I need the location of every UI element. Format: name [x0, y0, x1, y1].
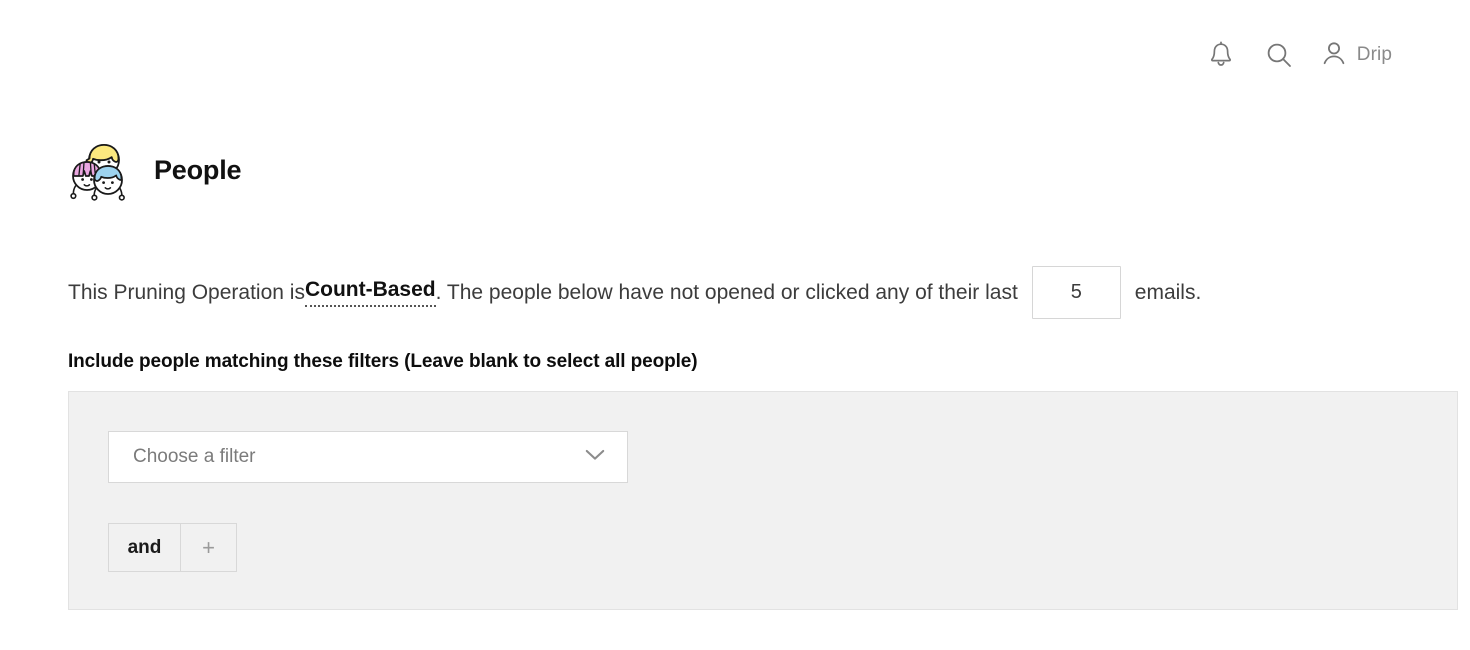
add-filter-button[interactable]: +: [181, 523, 237, 572]
page-title: People: [154, 154, 242, 185]
account-name: Drip: [1356, 44, 1392, 65]
account-menu[interactable]: Drip: [1320, 39, 1392, 72]
notifications-button[interactable]: [1204, 38, 1238, 72]
description-prefix: This Pruning Operation is: [68, 280, 305, 304]
filter-panel: Choose a filter and +: [68, 391, 1458, 610]
count-based-term[interactable]: Count-Based: [304, 278, 436, 307]
description-suffix: emails.: [1134, 280, 1202, 304]
and-operator-button[interactable]: and: [108, 523, 181, 572]
people-group-emoji-icon: [68, 138, 132, 202]
filter-select[interactable]: Choose a filter: [108, 431, 628, 483]
person-icon: [1320, 39, 1348, 72]
filter-logic-button-group: and +: [108, 523, 237, 572]
search-button[interactable]: [1262, 38, 1296, 72]
page-header: People: [68, 138, 242, 202]
pruning-description: This Pruning Operation is Count-Based . …: [68, 265, 1410, 319]
search-icon: [1265, 41, 1293, 69]
chevron-down-icon: [585, 448, 605, 466]
top-bar: Drip: [0, 0, 1470, 110]
bell-icon: [1208, 41, 1234, 69]
description-middle: . The people below have not opened or cl…: [435, 280, 1018, 304]
top-bar-actions: Drip: [1204, 38, 1392, 72]
email-count-input[interactable]: [1031, 265, 1121, 319]
filters-heading: Include people matching these filters (L…: [68, 351, 698, 372]
filter-select-value: Choose a filter: [133, 446, 256, 467]
